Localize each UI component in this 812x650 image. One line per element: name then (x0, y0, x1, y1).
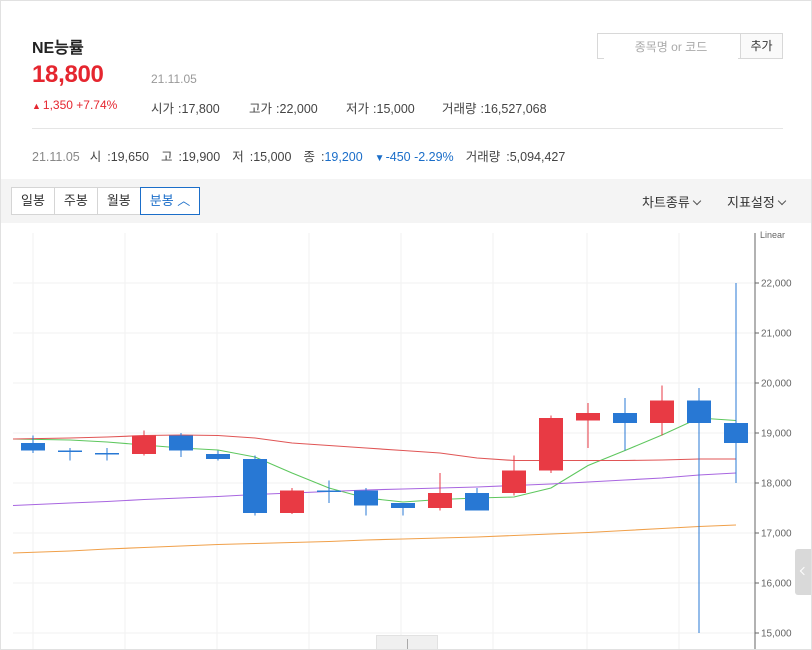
grip-icon (407, 639, 408, 649)
candle-body (576, 413, 600, 421)
chart-type-label: 차트종류 (642, 195, 690, 210)
tab-daily[interactable]: 일봉 (11, 187, 55, 215)
candle-body (354, 490, 378, 506)
y-tick-label: 19,000 (761, 429, 792, 440)
candle-body (391, 503, 415, 508)
candle-body (687, 400, 711, 423)
volume: 거래량:16,527,068 (442, 102, 547, 116)
candle-body (650, 400, 674, 423)
candle-body (539, 418, 563, 471)
open-value: 17,800 (181, 102, 220, 116)
prev-day-summary: 21.11.05 시:19,650 고:19,900 저:15,000 종:19,200… (32, 146, 577, 165)
volume-value: 16,527,068 (484, 102, 547, 116)
candle-body (502, 470, 526, 493)
high-value: 22,000 (279, 102, 318, 116)
prev-date: 21.11.05 (32, 150, 80, 164)
chevron-down-icon (777, 196, 787, 206)
prev-close: 종:19,200 (303, 150, 363, 164)
tab-monthly[interactable]: 월봉 (96, 187, 141, 215)
high-price: 고가:22,000 (249, 102, 318, 116)
scroll-handle[interactable] (376, 635, 438, 649)
candle-body (58, 450, 82, 452)
stock-search[interactable] (597, 33, 741, 59)
chevron-down-icon (692, 196, 702, 206)
candle-body (317, 490, 341, 492)
candle-body (280, 490, 304, 513)
current-price: 18,800 (32, 61, 104, 88)
candle-body (132, 435, 156, 454)
price-change: ▲ 1,350 +7.74% (32, 98, 117, 112)
quote-date: 21.11.05 (151, 72, 197, 86)
down-arrow-icon: ▼ (374, 153, 385, 164)
y-tick-label: 20,000 (761, 379, 792, 390)
stock-name[interactable]: NE능률 (32, 34, 84, 58)
side-panel-toggle[interactable] (795, 549, 811, 595)
prev-open: 시:19,650 (89, 150, 149, 164)
prev-low: 저:15,000 (232, 150, 292, 164)
y-tick-label: 16,000 (761, 579, 792, 590)
candle-body (21, 443, 45, 451)
chart-toolbar: 일봉 주봉 월봉 분봉 ︿ 차트종류 지표설정 (1, 179, 811, 223)
low-price: 저가:15,000 (346, 102, 415, 116)
volume-label: 거래량 (442, 102, 477, 116)
price-change-value: 1,350 +7.74% (42, 98, 118, 112)
tab-weekly[interactable]: 주봉 (53, 187, 98, 215)
add-button[interactable]: 추가 (740, 33, 783, 59)
indicator-label: 지표설정 (727, 195, 775, 210)
candle-body (206, 454, 230, 459)
chevron-left-icon (799, 566, 809, 576)
chart-widget: NE능률 18,800 21.11.05 ▲ 1,350 +7.74% 시가:17… (0, 0, 812, 650)
up-arrow-icon: ▲ (32, 101, 41, 111)
period-tabs: 일봉 주봉 월봉 분봉 ︿ (11, 187, 201, 215)
open-label: 시가 (151, 102, 175, 116)
indicator-menu[interactable]: 지표설정 (727, 192, 787, 211)
ma-line-ma120 (12, 524, 737, 554)
low-label: 저가 (346, 102, 370, 116)
y-tick-label: 17,000 (761, 529, 792, 540)
prev-high: 고:19,900 (160, 150, 221, 164)
prev-change: ▼-450 -2.29% (374, 150, 454, 164)
prev-volume: 거래량:5,094,427 (465, 150, 566, 164)
y-tick-label: 18,000 (761, 479, 792, 490)
low-value: 15,000 (376, 102, 415, 116)
candle-body (465, 493, 489, 511)
candle-body (243, 459, 267, 513)
tab-minute[interactable]: 분봉 ︿ (139, 187, 201, 215)
open-price: 시가:17,800 (151, 102, 220, 116)
y-tick-label: 22,000 (761, 279, 792, 290)
candle-body (169, 435, 193, 451)
ma-line-ma20 (12, 434, 736, 462)
divider (32, 128, 783, 129)
candlestick-chart[interactable]: Linear 15,000 16,000 17,000 18,000 19,000 20,0… (1, 223, 811, 649)
candle-body (428, 493, 452, 508)
y-tick-label: 15,000 (761, 629, 792, 640)
y-tick-label: 21,000 (761, 329, 792, 340)
candle-body (724, 423, 748, 443)
candle-body (613, 413, 637, 423)
search-input[interactable] (604, 35, 738, 59)
high-label: 고가 (249, 102, 273, 116)
scale-label: Linear (760, 230, 785, 240)
candle-body (95, 453, 119, 455)
chart-type-menu[interactable]: 차트종류 (642, 192, 702, 211)
